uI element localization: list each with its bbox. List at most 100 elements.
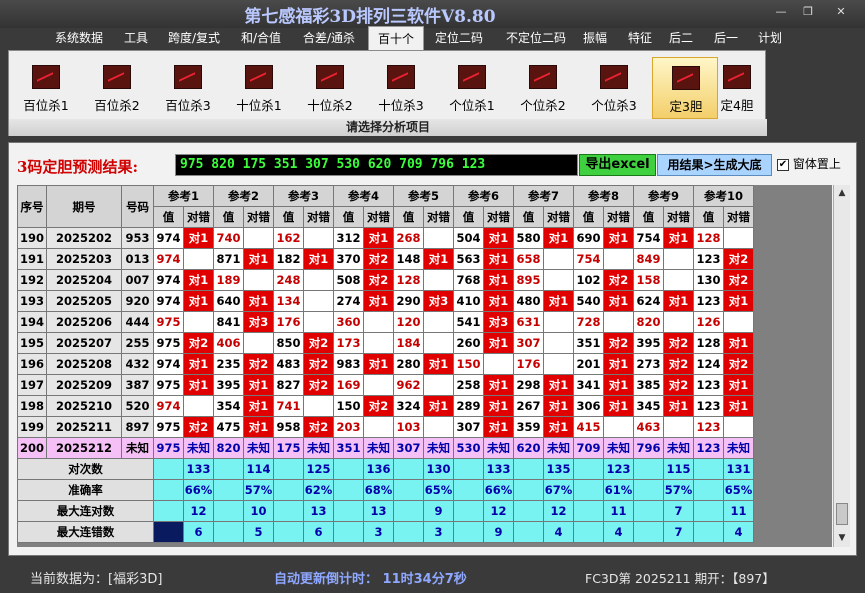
ribbon-button-5[interactable]: 十位杀3 — [368, 57, 434, 119]
subheader-hit: 对错 — [423, 206, 454, 228]
ribbon-button-2[interactable]: 百位杀3 — [155, 57, 221, 119]
ribbon-button-8[interactable]: 个位杀3 — [581, 57, 647, 119]
table-row[interactable]: 199 2025211 897 975 对2 475 对1 958 对2 203 103 307 对1 3… — [17, 416, 754, 438]
ribbon-button-7[interactable]: 个位杀2 — [510, 57, 576, 119]
subheader-value: 值 — [573, 206, 604, 228]
menu-item-6[interactable]: 定位二码 — [428, 26, 490, 50]
subheader-hit: 对错 — [303, 206, 334, 228]
table-row[interactable]: 193 2025205 920 974 对1 640 对1 134 274 对1 290 对3 410 对… — [17, 290, 754, 312]
menu-item-8[interactable]: 振幅 — [577, 26, 613, 50]
column-header-ref[interactable]: 参考3 — [273, 185, 334, 207]
column-header-ref[interactable]: 参考9 — [633, 185, 694, 207]
menu-item-7[interactable]: 不定位二码 — [496, 26, 576, 50]
stats-value: 125 — [303, 458, 334, 480]
stats-spacer — [153, 521, 184, 543]
cell-value: 415 — [573, 416, 604, 438]
row-number: 953 — [121, 227, 154, 249]
table-row[interactable]: 194 2025206 444 975 841 对3 176 360 120 541 对3 631 72… — [17, 311, 754, 333]
column-header-ref[interactable]: 参考2 — [213, 185, 274, 207]
row-issue: 2025203 — [46, 248, 122, 270]
cell-hit — [483, 353, 514, 375]
cell-hit: 对1 — [303, 248, 334, 270]
menu-item-1[interactable]: 工具 — [117, 26, 155, 50]
stats-value: 62% — [303, 479, 334, 501]
column-header-ref[interactable]: 参考7 — [513, 185, 574, 207]
column-header-ref[interactable]: 参考10 — [693, 185, 754, 207]
cell-hit: 未知 — [603, 437, 634, 459]
ribbon-button-1[interactable]: 百位杀2 — [84, 57, 150, 119]
result-field[interactable]: 975 820 175 351 307 530 620 709 796 123 — [175, 154, 578, 176]
generate-base-button[interactable]: 用结果>生成大底 — [657, 154, 772, 176]
column-header-ref[interactable]: 参考4 — [333, 185, 394, 207]
cell-hit — [363, 374, 394, 396]
ribbon-button-6[interactable]: 个位杀1 — [439, 57, 505, 119]
scroll-thumb[interactable] — [836, 503, 848, 525]
menu-item-9[interactable]: 特征 — [620, 26, 660, 50]
stats-value: 3 — [423, 521, 454, 543]
chart-icon — [529, 65, 557, 89]
column-header-issue[interactable]: 期号 — [46, 185, 122, 228]
export-excel-button[interactable]: 导出excel — [579, 154, 656, 176]
row-number: 432 — [121, 353, 154, 375]
cell-value: 324 — [393, 395, 424, 417]
cell-value: 820 — [633, 311, 664, 333]
row-seq: 191 — [17, 248, 47, 270]
cell-value: 768 — [453, 269, 484, 291]
column-header-ref[interactable]: 参考5 — [393, 185, 454, 207]
cell-hit: 对1 — [483, 395, 514, 417]
table-row[interactable]: 191 2025203 013 974 871 对1 182 对1 370 对2 148 对1 563 对… — [17, 248, 754, 270]
menu-item-4[interactable]: 合差/通杀 — [296, 26, 362, 50]
subheader-value: 值 — [333, 206, 364, 228]
chart-icon — [103, 65, 131, 89]
cell-hit: 对2 — [303, 332, 334, 354]
column-header-ref[interactable]: 参考8 — [573, 185, 634, 207]
stats-value: 133 — [183, 458, 214, 480]
close-icon[interactable]: ✕ — [826, 4, 856, 20]
column-header-seq[interactable]: 序号 — [17, 185, 47, 228]
prediction-row[interactable]: 200 2025212 未知 975 未知 820 未知 175 未知 351 未知 307 未知 530… — [17, 437, 754, 459]
ribbon-button-label: 百位杀1 — [23, 98, 69, 113]
cell-value: 128 — [693, 227, 724, 249]
menu-item-11[interactable]: 后一 — [707, 26, 745, 50]
menu-item-5[interactable]: 百十个 — [368, 26, 424, 50]
table-row[interactable]: 197 2025209 387 975 对1 395 对1 827 对2 169 962 258 对1 2… — [17, 374, 754, 396]
restore-icon[interactable]: ❐ — [797, 4, 819, 20]
cell-value: 406 — [213, 332, 244, 354]
scroll-down-icon[interactable]: ▼ — [834, 530, 850, 546]
cell-value: 690 — [573, 227, 604, 249]
topmost-checkbox[interactable]: ✔ 窗体置上 — [777, 155, 841, 172]
menu-item-10[interactable]: 后二 — [663, 26, 699, 50]
ribbon-button-4[interactable]: 十位杀2 — [297, 57, 363, 119]
subheader-value: 值 — [153, 206, 184, 228]
vertical-scrollbar[interactable]: ▲ ▼ — [833, 185, 850, 547]
checkbox-icon[interactable]: ✔ — [777, 158, 789, 171]
cell-value: 173 — [333, 332, 364, 354]
table-row[interactable]: 192 2025204 007 974 对1 189 248 508 对2 128 768 对1 895… — [17, 269, 754, 291]
scroll-up-icon[interactable]: ▲ — [834, 185, 850, 201]
table-row[interactable]: 198 2025210 520 974 354 对1 741 150 对2 324 对1 289 对1 2… — [17, 395, 754, 417]
menu-item-3[interactable]: 和/合值 — [236, 26, 286, 50]
table-row[interactable]: 196 2025208 432 974 对1 235 对2 483 对2 983 对1 280 对1 15… — [17, 353, 754, 375]
menu-item-12[interactable]: 计划 — [751, 26, 789, 50]
column-header-num[interactable]: 号码 — [121, 185, 154, 228]
cell-value: 975 — [153, 416, 184, 438]
table-row[interactable]: 190 2025202 953 974 对1 740 162 312 对1 268 504 对1 580… — [17, 227, 754, 249]
menu-item-2[interactable]: 跨度/复式 — [160, 26, 228, 50]
cell-value: 850 — [273, 332, 304, 354]
ribbon-button-9[interactable]: 定3胆 — [652, 57, 718, 119]
cell-hit — [363, 416, 394, 438]
column-header-ref[interactable]: 参考1 — [153, 185, 214, 207]
table-row[interactable]: 195 2025207 255 975 对2 406 850 对2 173 184 260 对1 307… — [17, 332, 754, 354]
cell-value: 268 — [393, 227, 424, 249]
minimize-icon[interactable]: — — [770, 4, 792, 20]
menu-item-0[interactable]: 系统数据 — [48, 26, 110, 50]
ribbon-button-0[interactable]: 百位杀1 — [13, 57, 79, 119]
cell-value: 395 — [213, 374, 244, 396]
cell-hit — [303, 311, 334, 333]
column-header-ref[interactable]: 参考6 — [453, 185, 514, 207]
stats-spacer — [273, 500, 304, 522]
ribbon-button-3[interactable]: 十位杀1 — [226, 57, 292, 119]
row-seq: 195 — [17, 332, 47, 354]
cell-value: 504 — [453, 227, 484, 249]
stats-row: 最大连错数 6 5 6 3 3 9 4 4 7 4 — [17, 521, 754, 543]
